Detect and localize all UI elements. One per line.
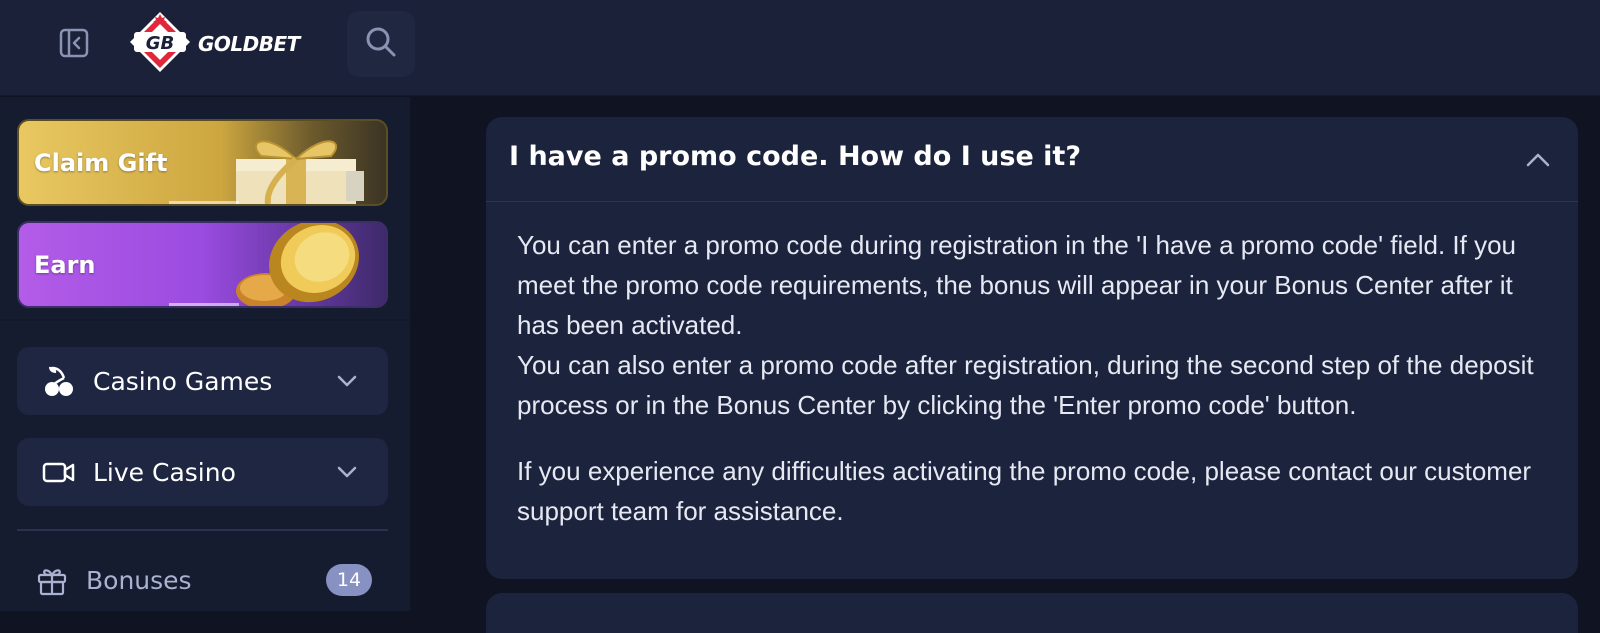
cherries-icon — [42, 364, 76, 398]
nav-bonuses-label: Bonuses — [86, 565, 192, 595]
sidebar: Claim Gift Earn Casino Games Live Casino… — [0, 97, 410, 611]
faq-answer-paragraph: You can enter a promo code during regist… — [517, 230, 1517, 340]
chevron-up-icon[interactable] — [1522, 144, 1554, 176]
video-camera-icon — [42, 455, 76, 489]
sidebar-separator — [17, 529, 388, 531]
gift-box-image — [206, 121, 386, 204]
promo-progress-line — [169, 303, 239, 306]
claim-gift-banner[interactable]: Claim Gift — [17, 119, 388, 206]
faq-answer: You can enter a promo code during regist… — [517, 225, 1557, 531]
nav-casino-games-label: Casino Games — [93, 366, 273, 396]
faq-answer-paragraph: If you experience any difficulties activ… — [517, 456, 1532, 526]
sidebar-collapse-button[interactable] — [55, 26, 93, 64]
logo-mark: GB — [128, 10, 192, 78]
claim-gift-label: Claim Gift — [34, 148, 168, 177]
brand-name: GOLDBET — [198, 32, 300, 56]
faq-question: I have a promo code. How do I use it? — [509, 141, 1081, 172]
faq-item-collapsed[interactable] — [486, 593, 1578, 633]
faq-item-expanded: I have a promo code. How do I use it? Yo… — [486, 117, 1578, 579]
faq-answer-paragraph: You can also enter a promo code after re… — [517, 350, 1534, 420]
earn-label: Earn — [34, 250, 96, 279]
brand-logo[interactable]: GB GOLDBET — [128, 12, 300, 76]
svg-text:GB: GB — [146, 33, 175, 54]
promo-progress-line — [169, 201, 239, 204]
search-button[interactable] — [347, 11, 415, 77]
faq-question-header[interactable]: I have a promo code. How do I use it? — [486, 117, 1578, 202]
nav-live-casino-label: Live Casino — [93, 457, 236, 487]
chevron-down-icon[interactable] — [334, 459, 360, 485]
chevron-down-icon[interactable] — [334, 368, 360, 394]
main-content: I have a promo code. How do I use it? Yo… — [410, 97, 1600, 633]
gift-icon — [35, 563, 69, 597]
earn-banner[interactable]: Earn — [17, 221, 388, 308]
nav-bonuses[interactable]: Bonuses 14 — [17, 552, 388, 608]
search-icon — [364, 25, 398, 63]
gold-coins-image — [206, 223, 386, 306]
nav-casino-games[interactable]: Casino Games — [17, 347, 388, 415]
nav-live-casino[interactable]: Live Casino — [17, 438, 388, 506]
sidebar-collapse-icon — [59, 28, 89, 62]
bonuses-count-badge: 14 — [326, 564, 372, 596]
top-bar: GB GOLDBET — [0, 0, 1600, 96]
sidebar-divider — [0, 319, 410, 321]
